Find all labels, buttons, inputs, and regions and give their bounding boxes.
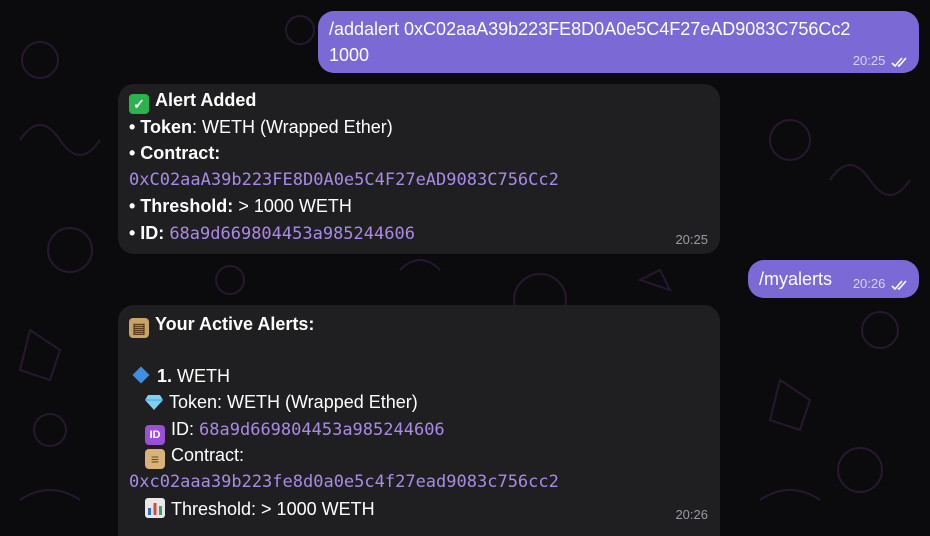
alert-title-row: ✓ Alert Added	[129, 88, 256, 114]
outgoing-message-addalert[interactable]: /addalert 0xC02aaA39b223FE8D0A0e5C4F27eA…	[318, 11, 919, 73]
alert-contract-address[interactable]: 0xc02aaa39b223fe8d0a0e5c4f27ead9083c756c…	[129, 470, 559, 494]
incoming-message-alert-added[interactable]: ✓ Alert Added • Token: WETH (Wrapped Ethe…	[118, 84, 720, 254]
token-row: • Token: WETH (Wrapped Ether)	[129, 115, 393, 139]
alert-token-text: Token: WETH (Wrapped Ether)	[169, 392, 418, 412]
bar-chart-icon	[145, 498, 165, 518]
alert-item-header: 1. WETH	[131, 364, 230, 388]
alert-token-row: Token: WETH (Wrapped Ether)	[145, 390, 418, 414]
alert-item-name: WETH	[172, 366, 231, 386]
alert-title: Alert Added	[155, 90, 257, 110]
blue-diamond-icon	[132, 366, 150, 384]
token-label: • Token	[129, 117, 192, 137]
threshold-row: • Threshold: > 1000 WETH	[129, 194, 352, 218]
alert-id-row: ID ID: 68a9d669804453a985244606	[145, 417, 445, 445]
contract-address[interactable]: 0xC02aaA39b223FE8D0A0e5C4F27eAD9083C756C…	[129, 168, 559, 192]
message-time: 20:25	[853, 53, 909, 68]
token-value: : WETH (Wrapped Ether)	[191, 117, 393, 137]
alert-id-label: ID:	[171, 419, 195, 439]
clipboard-icon: ▤	[129, 318, 149, 338]
read-checkmarks-icon	[891, 57, 907, 67]
scroll-icon: ≡	[145, 449, 165, 469]
message-text: /addalert 0xC02aaA39b223FE8D0A0e5C4F27eA…	[329, 19, 851, 39]
read-checkmarks-icon	[891, 280, 907, 290]
contract-label: • Contract:	[129, 143, 221, 163]
alert-contract-label: Contract:	[171, 445, 245, 465]
outgoing-message-myalerts[interactable]: /myalerts 20:26	[748, 260, 919, 298]
time-text: 20:26	[852, 276, 886, 291]
alert-id-value[interactable]: 68a9d669804453a985244606	[199, 420, 445, 440]
id-icon: ID	[145, 425, 165, 445]
message-text-continued: 1000	[329, 45, 370, 65]
message-time: 20:26	[675, 507, 708, 522]
threshold-value: > 1000 WETH	[233, 196, 352, 216]
id-row: • ID: 68a9d669804453a985244606	[129, 221, 415, 246]
alert-threshold-row: Threshold: > 1000 WETH	[145, 497, 375, 521]
threshold-label: • Threshold:	[129, 196, 234, 216]
alert-item-number: 1.	[157, 366, 173, 386]
active-alerts-title: Your Active Alerts:	[155, 314, 315, 334]
time-text: 20:25	[852, 53, 886, 68]
gem-icon	[145, 392, 163, 410]
alert-contract-label-row: ≡ Contract:	[145, 443, 244, 469]
alert-threshold-text: Threshold: > 1000 WETH	[171, 499, 375, 519]
message-text: /myalerts	[759, 269, 833, 289]
message-time: 20:25	[675, 232, 708, 247]
check-mark-icon: ✓	[129, 94, 149, 114]
id-label: • ID:	[129, 223, 165, 243]
incoming-message-active-alerts[interactable]: ▤ Your Active Alerts: 1. WETH Token: WETH…	[118, 305, 720, 536]
message-time: 20:26	[853, 276, 909, 291]
active-alerts-title-row: ▤ Your Active Alerts:	[129, 312, 314, 338]
alert-id[interactable]: 68a9d669804453a985244606	[169, 224, 415, 244]
